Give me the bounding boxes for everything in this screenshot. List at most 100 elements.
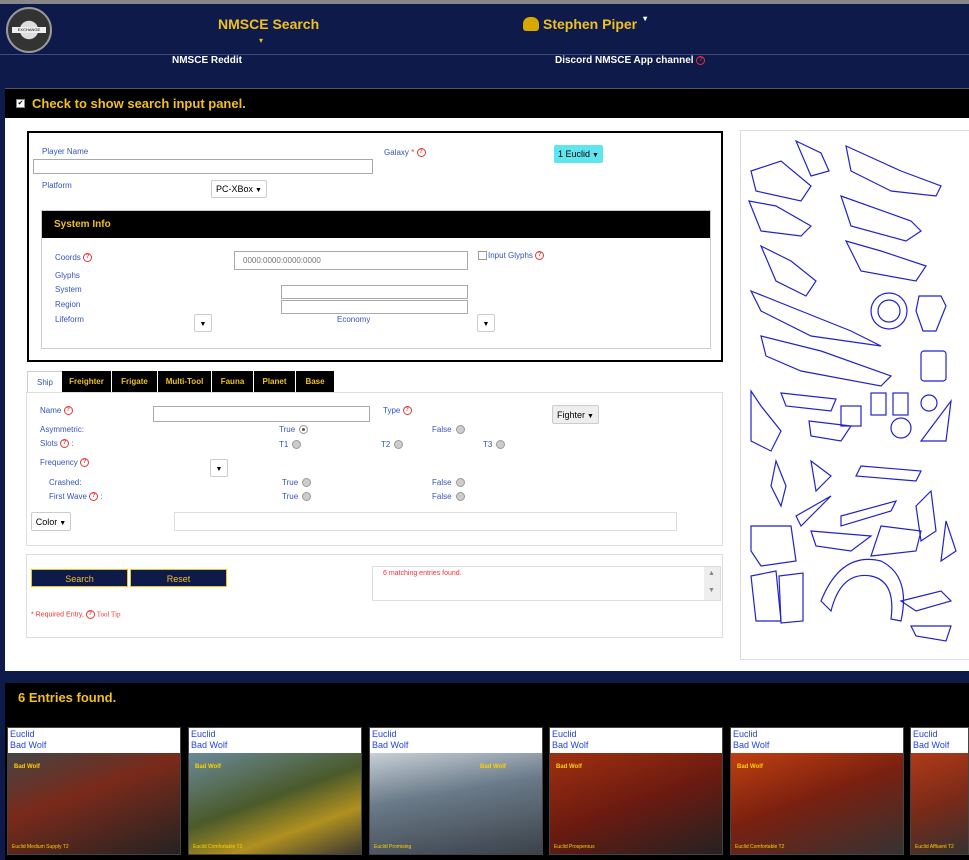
entry-card[interactable]: Euclid Bad Wolf Bad Wolf Euclid Comforta… [188, 727, 362, 855]
help-icon[interactable]: ? [60, 439, 70, 449]
show-panel-label[interactable]: Check to show search input panel. [32, 96, 246, 111]
entry-screenshot[interactable] [370, 753, 542, 854]
search-button[interactable]: Search [31, 569, 128, 587]
tab-base[interactable]: Base [296, 371, 334, 392]
entries-heading: 6 Entries found. [5, 683, 969, 721]
system-input[interactable] [281, 285, 468, 299]
nav-search-link[interactable]: NMSCE Search [218, 16, 319, 32]
slot-t2-option[interactable]: T2 [381, 440, 404, 450]
entry-ship-name: Bad Wolf [14, 764, 40, 770]
help-icon[interactable]: ? [416, 148, 426, 158]
chevron-down-icon[interactable]: ▾ [259, 36, 263, 45]
reddit-link[interactable]: NMSCE Reddit [172, 55, 242, 66]
radio-true[interactable] [299, 425, 309, 435]
entry-card[interactable]: Euclid Bad Wolf Bad Wolf Euclid Medium S… [7, 727, 181, 855]
help-icon[interactable]: ? [80, 458, 90, 468]
color-dropdown[interactable]: Color ▼ [31, 512, 71, 531]
tab-planet[interactable]: Planet [254, 371, 295, 392]
caret-down-icon: ▼ [592, 152, 599, 159]
user-name: Stephen Piper [543, 16, 638, 32]
entry-screenshot[interactable] [911, 753, 968, 854]
caret-down-icon: ▼ [215, 466, 223, 473]
input-glyphs-label-text: Input Glyphs [488, 251, 533, 260]
entry-card[interactable]: Euclid Bad Wolf Bad Wolf Euclid Promisin… [369, 727, 543, 855]
help-icon[interactable]: ? [696, 55, 706, 65]
entry-caption: Euclid Affluent T2 [915, 844, 954, 850]
chevron-down-icon: ▾ [643, 13, 648, 23]
entry-card[interactable]: Euclid Bad Wolf Bad Wolf Euclid Prospero… [549, 727, 723, 855]
search-actions-box: Search Reset * Required Entry, ? Tool Ti… [26, 554, 723, 638]
tab-multi-tool[interactable]: Multi-Tool [158, 371, 211, 392]
asym-true-option[interactable]: True [279, 425, 309, 435]
slot-t1-option[interactable]: T1 [279, 440, 302, 450]
glyphs-label: Glyphs [55, 271, 80, 280]
radio-t2[interactable] [394, 440, 404, 450]
caret-down-icon: ▼ [255, 187, 262, 194]
message-scrollbar[interactable]: ▲ ▼ [704, 567, 720, 600]
reset-button[interactable]: Reset [130, 569, 227, 587]
tab-ship[interactable]: Ship [27, 371, 63, 393]
galaxy-label-text: Galaxy [384, 148, 409, 157]
input-glyphs-checkbox[interactable] [478, 251, 487, 260]
show-panel-checkbox[interactable]: ✔ [16, 99, 25, 108]
required-note: * Required Entry, ? Tool Tip [31, 610, 121, 619]
help-icon[interactable]: ? [89, 492, 99, 502]
coords-input[interactable] [234, 251, 468, 270]
tab-freighter[interactable]: Freighter [62, 371, 111, 392]
first-wave-true-option[interactable]: True [282, 492, 312, 502]
user-menu[interactable]: Stephen Piper ▾ [523, 13, 648, 32]
site-logo[interactable]: EXCHANGE [6, 7, 52, 53]
help-icon[interactable]: ? [83, 253, 93, 263]
slot-t3-option[interactable]: T3 [483, 440, 506, 450]
scroll-down-icon[interactable]: ▼ [708, 587, 715, 594]
player-name-input[interactable] [33, 159, 373, 174]
crashed-false-option[interactable]: False [432, 478, 465, 488]
scroll-up-icon[interactable]: ▲ [708, 570, 715, 577]
radio-false[interactable] [455, 425, 465, 435]
radio-t1[interactable] [292, 440, 302, 450]
navbar: EXCHANGE NMSCE Search ▾ Stephen Piper ▾ [0, 4, 969, 55]
platform-label: Platform [42, 181, 72, 190]
frequency-dropdown[interactable]: ▼ [210, 459, 228, 477]
tool-tip-label: Tool Tip [96, 610, 121, 619]
entry-ship-name: Bad Wolf [480, 764, 506, 770]
radio-false[interactable] [455, 492, 465, 502]
results-message-box: 6 matching entries found. ▲ ▼ [372, 566, 721, 601]
tab-fauna[interactable]: Fauna [212, 371, 253, 392]
discord-link-label: Discord NMSCE App channel [555, 55, 694, 66]
slots-label-text: Slots [40, 439, 58, 448]
galaxy-dropdown[interactable]: 1 Euclid ▼ [554, 145, 603, 163]
radio-true[interactable] [302, 492, 312, 502]
radio-true[interactable] [302, 478, 312, 488]
coords-label-text: Coords [55, 253, 81, 262]
logo-label: EXCHANGE [12, 27, 46, 33]
asym-false-option[interactable]: False [432, 425, 465, 435]
first-wave-false-option[interactable]: False [432, 492, 465, 502]
help-icon[interactable]: ? [402, 406, 412, 416]
option-true-label: True [282, 492, 299, 501]
ship-type-dropdown[interactable]: Fighter ▼ [552, 405, 599, 424]
discord-link[interactable]: Discord NMSCE App channel ? [555, 55, 706, 66]
required-star: * [411, 148, 415, 157]
radio-false[interactable] [455, 478, 465, 488]
tab-frigate[interactable]: Frigate [112, 371, 157, 392]
ship-name-input[interactable] [153, 406, 370, 422]
entry-card[interactable]: Euclid Bad Wolf Euclid Affluent T2 [910, 727, 969, 855]
economy-dropdown[interactable]: ▼ [477, 314, 495, 332]
caret-down-icon: ▼ [587, 413, 594, 420]
option-false-label: False [432, 425, 452, 434]
radio-t3[interactable] [496, 440, 506, 450]
color-input[interactable] [174, 512, 677, 531]
slots-label: Slots ? : [40, 439, 74, 449]
first-wave-colon: : [100, 492, 103, 501]
platform-dropdown[interactable]: PC-XBox ▼ [211, 180, 267, 198]
type-label-text: Type [383, 406, 401, 415]
lifeform-dropdown[interactable]: ▼ [194, 314, 212, 332]
crashed-true-option[interactable]: True [282, 478, 312, 488]
player-info-box: Player Name Galaxy * ? 1 Euclid ▼ Platfor… [27, 131, 723, 362]
t1-label: T1 [279, 440, 289, 449]
entry-card[interactable]: Euclid Bad Wolf Bad Wolf Euclid Comforta… [730, 727, 904, 855]
help-icon[interactable]: ? [535, 251, 545, 261]
help-icon[interactable]: ? [63, 406, 73, 416]
region-input[interactable] [281, 300, 468, 314]
